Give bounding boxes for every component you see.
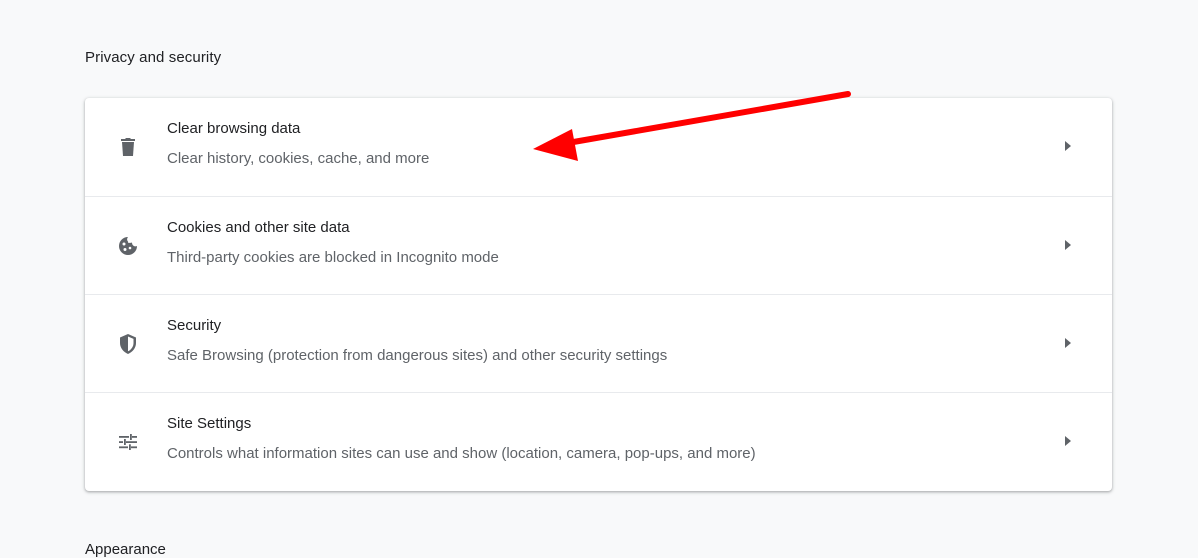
security-text: Security Safe Browsing (protection from … [167,315,667,367]
cookie-icon [117,235,139,257]
clear-browsing-data-row[interactable]: Clear browsing data Clear history, cooki… [85,98,1112,196]
row-subtitle: Clear history, cookies, cache, and more [167,150,430,167]
chevron-right-icon [1065,436,1071,446]
cookies-row[interactable]: Cookies and other site data Third-party … [85,196,1112,294]
row-subtitle: Third-party cookies are blocked in Incog… [167,249,499,266]
security-row[interactable]: Security Safe Browsing (protection from … [85,294,1112,392]
clear-browsing-data-text: Clear browsing data Clear history, cooki… [167,118,429,170]
row-title: Cookies and other site data [167,219,350,236]
shield-icon [117,333,139,355]
site-settings-text: Site Settings Controls what information … [167,413,756,465]
privacy-settings-card: Clear browsing data Clear history, cooki… [85,98,1112,491]
chevron-right-icon [1065,141,1071,151]
chevron-right-icon [1065,240,1071,250]
row-title: Security [167,317,222,334]
tune-icon [117,431,139,453]
trash-icon [117,136,139,158]
site-settings-row[interactable]: Site Settings Controls what information … [85,392,1112,490]
row-title: Site Settings [167,415,252,432]
row-title: Clear browsing data [167,120,301,137]
section-title: Privacy and security [85,49,222,66]
cookies-text: Cookies and other site data Third-party … [167,217,499,269]
row-subtitle: Controls what information sites can use … [167,445,756,462]
appearance-section-title: Appearance [85,541,166,558]
chevron-right-icon [1065,338,1071,348]
row-subtitle: Safe Browsing (protection from dangerous… [167,347,668,364]
